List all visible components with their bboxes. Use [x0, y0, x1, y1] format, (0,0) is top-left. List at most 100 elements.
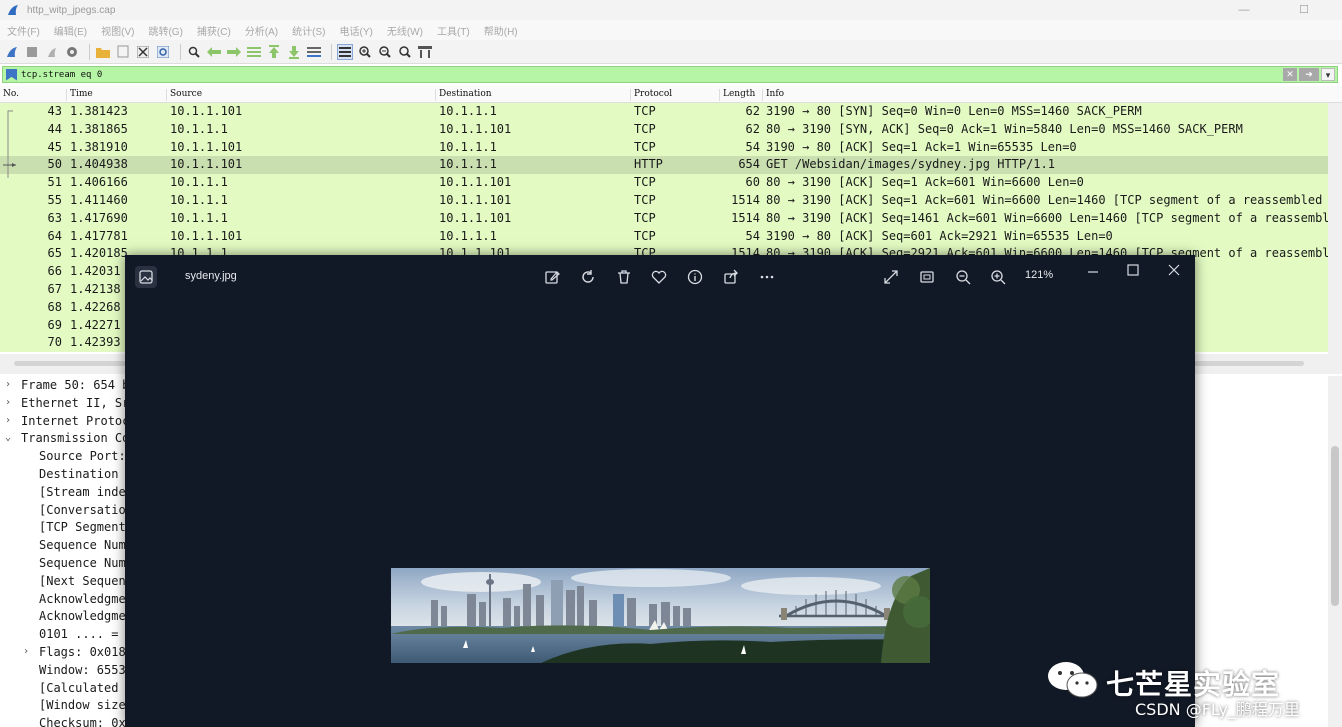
packet-time: 1.381865: [70, 121, 128, 136]
close-file-icon[interactable]: [135, 44, 151, 60]
detail-text: Checksum: 0x: [39, 716, 126, 727]
more-icon[interactable]: [756, 266, 778, 288]
menu-item[interactable]: 工具(T): [437, 23, 470, 38]
packet-row[interactable]: 63 1.417690 10.1.1.1 10.1.1.101 TCP 1514 80 → …: [0, 209, 1328, 228]
packet-row[interactable]: 43 1.381423 10.1.1.101 10.1.1.1 TCP 62 3190 → …: [0, 103, 1328, 121]
menu-item[interactable]: 帮助(H): [484, 23, 518, 38]
packet-protocol: HTTP: [634, 157, 663, 172]
menu-item[interactable]: 统计(S): [292, 23, 325, 38]
packet-time: 1.42271: [70, 317, 121, 332]
favorite-icon[interactable]: [648, 266, 670, 288]
column-header-source[interactable]: Source: [166, 89, 202, 101]
menu-item[interactable]: 无线(W): [387, 23, 423, 38]
packet-destination: 10.1.1.101: [439, 121, 512, 136]
expand-arrow-icon[interactable]: ›: [5, 379, 15, 390]
packet-destination: 10.1.1.1: [439, 104, 497, 118]
zoom-out-icon[interactable]: [952, 266, 974, 288]
column-header-protocol[interactable]: Protocol: [630, 89, 672, 101]
first-packet-icon[interactable]: [266, 44, 282, 60]
packet-source: 10.1.1.101: [170, 228, 243, 243]
clear-filter-button[interactable]: ✕: [1283, 68, 1297, 81]
zoom-level[interactable]: 121%: [1025, 269, 1053, 281]
viewer-close-button[interactable]: [1163, 259, 1185, 281]
scrollbar-thumb[interactable]: [1331, 446, 1339, 606]
apply-filter-button[interactable]: ➜: [1299, 68, 1319, 81]
title-bar: http_witp_jpegs.cap — ☐: [0, 0, 1342, 20]
packet-row[interactable]: 55 1.411460 10.1.1.1 10.1.1.101 TCP 1514 80 → …: [0, 192, 1328, 210]
info-icon[interactable]: [684, 266, 706, 288]
start-capture-icon[interactable]: [4, 44, 20, 60]
restart-capture-icon[interactable]: [44, 44, 60, 60]
go-forward-icon[interactable]: [226, 44, 242, 60]
packet-no: 66: [47, 264, 62, 279]
window-title: http_witp_jpegs.cap: [27, 4, 116, 16]
column-header-length[interactable]: Length: [719, 89, 755, 101]
toolbar-separator: [89, 43, 90, 60]
packet-time: 1.411460: [70, 193, 128, 207]
column-header-time[interactable]: Time: [66, 89, 93, 101]
wireshark-fin-icon: [8, 5, 18, 15]
auto-scroll-icon[interactable]: [306, 44, 322, 60]
maximize-button[interactable]: ☐: [1289, 0, 1319, 20]
delete-icon[interactable]: [613, 266, 635, 288]
edit-icon[interactable]: [541, 266, 563, 288]
expand-arrow-icon[interactable]: ⌄: [5, 432, 15, 443]
packet-list-scrollbar[interactable]: [1328, 103, 1342, 354]
detail-text: Acknowledgme: [39, 591, 126, 606]
toolbar-separator: [180, 43, 181, 60]
packet-row[interactable]: 44 1.381865 10.1.1.1 10.1.1.101 TCP 62 80 → 31…: [0, 120, 1328, 139]
packet-row[interactable]: 50 1.404938 10.1.1.101 10.1.1.1 HTTP 654 GET /…: [0, 156, 1328, 175]
fit-icon[interactable]: [916, 266, 938, 288]
stop-capture-icon[interactable]: [24, 44, 40, 60]
go-back-icon[interactable]: [206, 44, 222, 60]
viewer-minimize-button[interactable]: [1082, 261, 1104, 283]
capture-options-icon[interactable]: [64, 44, 80, 60]
packet-length: 60: [745, 175, 760, 190]
packet-source: 10.1.1.1: [170, 193, 228, 207]
zoom-out-icon[interactable]: [377, 44, 393, 60]
menu-item[interactable]: 捕获(C): [197, 23, 231, 38]
minimize-button[interactable]: —: [1229, 0, 1259, 20]
filter-dropdown-button[interactable]: ▾: [1321, 68, 1335, 81]
detail-text: [Calculated: [39, 680, 119, 695]
colorize-icon[interactable]: [337, 43, 353, 60]
expand-arrow-icon[interactable]: ›: [23, 646, 33, 657]
display-filter-input[interactable]: tcp.stream eq 0: [21, 70, 1283, 80]
zoom-in-icon[interactable]: [357, 44, 373, 60]
share-icon[interactable]: [720, 266, 742, 288]
watermark-credit: CSDN @FLy_鹏程万里: [1135, 700, 1300, 719]
detail-text: Flags: 0x018: [39, 645, 126, 659]
column-header-info[interactable]: Info: [762, 89, 784, 101]
packet-row[interactable]: 51 1.406166 10.1.1.1 10.1.1.101 TCP 60 80 → 31…: [0, 174, 1328, 192]
last-packet-icon[interactable]: [286, 44, 302, 60]
find-packet-icon[interactable]: [186, 44, 202, 60]
open-file-icon[interactable]: [95, 44, 111, 60]
menu-item[interactable]: 编辑(E): [54, 23, 87, 38]
expand-arrow-icon[interactable]: ›: [5, 397, 15, 408]
expand-arrow-icon[interactable]: ›: [5, 415, 15, 426]
packet-row[interactable]: 64 1.417781 10.1.1.101 10.1.1.1 TCP 54 3190 → …: [0, 227, 1328, 246]
save-file-icon[interactable]: [115, 44, 131, 60]
column-header-no[interactable]: No.: [0, 89, 19, 101]
packet-row[interactable]: 45 1.381910 10.1.1.101 10.1.1.1 TCP 54 3190 → …: [0, 138, 1328, 157]
menu-item[interactable]: 分析(A): [245, 23, 278, 38]
bookmark-icon[interactable]: [6, 68, 17, 81]
menu-item[interactable]: 电话(Y): [340, 23, 373, 38]
packet-no: 63: [47, 210, 62, 225]
menu-item[interactable]: 跳转(G): [148, 23, 182, 38]
resize-columns-icon[interactable]: [417, 44, 433, 60]
gallery-icon[interactable]: [135, 266, 157, 288]
rotate-icon[interactable]: [577, 266, 599, 288]
menu-item[interactable]: 视图(V): [101, 23, 134, 38]
packet-length: 62: [745, 104, 760, 118]
go-to-packet-icon[interactable]: [246, 44, 262, 60]
column-header-destination[interactable]: Destination: [435, 89, 492, 101]
packet-source: 10.1.1.1: [170, 121, 228, 136]
menu-item[interactable]: 文件(F): [7, 23, 40, 38]
normal-size-icon[interactable]: [397, 44, 413, 60]
packet-time: 1.42393: [70, 335, 121, 350]
reload-file-icon[interactable]: [155, 44, 171, 60]
fullscreen-icon[interactable]: [880, 266, 902, 288]
viewer-maximize-button[interactable]: [1122, 259, 1144, 281]
zoom-in-icon[interactable]: [987, 266, 1009, 288]
